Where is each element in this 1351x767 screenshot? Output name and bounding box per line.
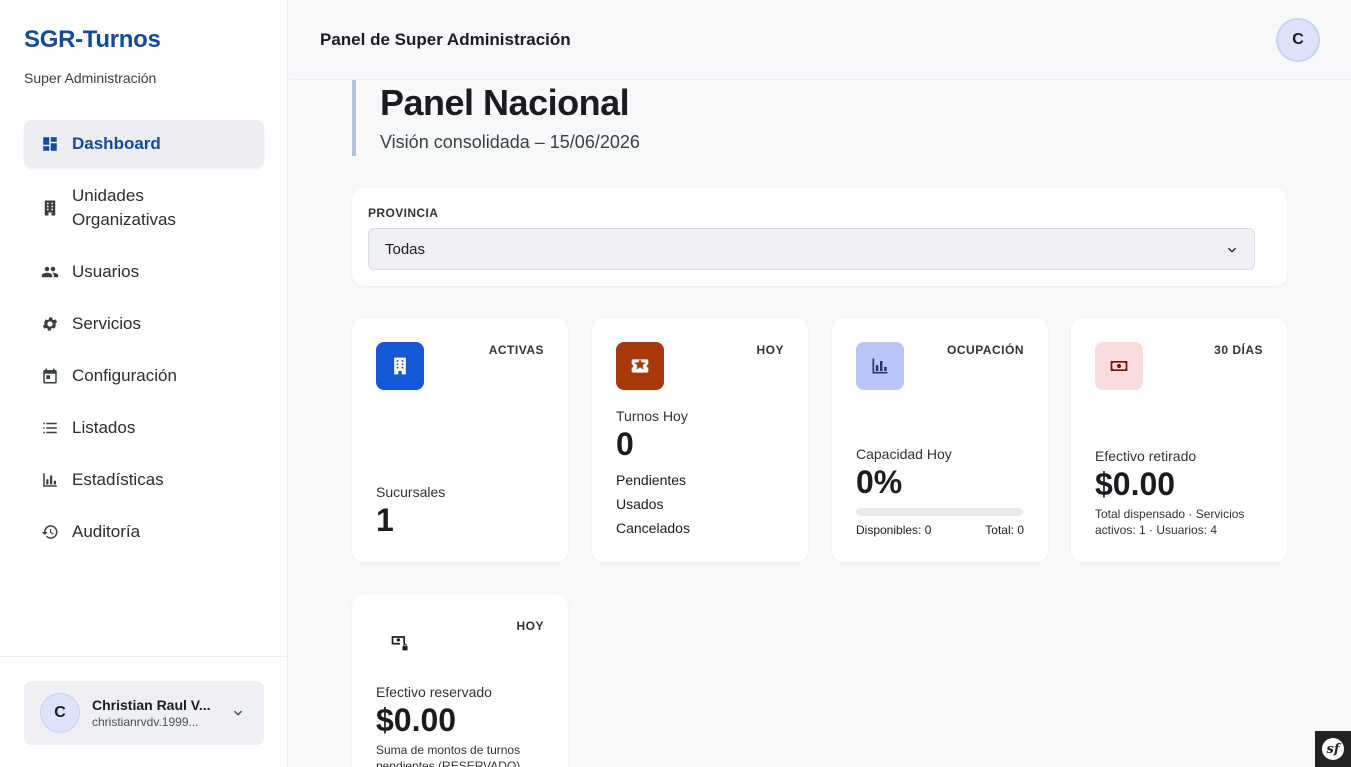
ticket-icon [616,342,664,390]
sidebar-footer: C Christian Raul V... christianrvdv.1999… [0,656,288,767]
card-note: Suma de montos de turnos pendientes (RES… [376,743,521,767]
sidebar-item-estadisticas[interactable]: Estadísticas [24,456,264,504]
sidebar-item-label: Configuración [72,366,177,385]
province-selected-value: Todas [385,240,426,258]
bar-chart-icon [40,470,60,490]
card-value: $0.00 [376,702,457,738]
card-value: 1 [376,502,394,538]
dashboard-icon [40,134,60,154]
calendar-icon [40,366,60,386]
card-label: Capacidad Hoy [856,446,952,462]
sidebar-item-label: Usuarios [72,262,140,281]
province-filter-card: PROVINCIA Todas [352,188,1287,286]
sidebar-item-usuarios[interactable]: Usuarios [24,248,264,296]
bar-chart-icon [856,342,904,390]
turnos-usados: Usados [616,496,664,512]
users-icon [40,262,60,282]
debug-toolbar-toggle[interactable]: sf [1315,731,1351,767]
user-info: Christian Raul V... christianrvdv.1999..… [92,697,216,729]
sidebar-item-label: Listados [72,418,136,437]
symfony-logo-icon: sf [1322,738,1344,760]
card-efectivo-retirado: 30 DÍAS Efectivo retirado $0.00 Total di… [1071,318,1287,562]
card-tag: HOY [516,619,544,633]
card-value: 0% [856,464,903,500]
sidebar-item-label: Auditoría [72,522,141,541]
card-value: $0.00 [1095,466,1176,502]
card-tag: HOY [756,343,784,357]
sidebar-item-label: Dashboard [72,134,161,153]
province-label: PROVINCIA [368,206,439,220]
sidebar-nav: Dashboard Unidades Organizativas Usuario… [24,120,264,560]
capacity-available: Disponibles: 0 [856,523,932,537]
card-sucursales: ACTIVAS Sucursales 1 [352,318,568,562]
top-header: Panel de Super Administración C [289,0,1351,80]
banknote-icon [1095,342,1143,390]
card-note: Total dispensado · Servicios activos: 1 … [1095,507,1245,537]
brand-subtitle: Super Administración [24,70,157,86]
province-select[interactable]: Todas [368,228,1255,270]
sidebar-item-configuracion[interactable]: Configuración [24,352,264,400]
capacity-progress-bar [856,508,1023,516]
chevron-down-icon[interactable] [230,705,246,721]
page-title: Panel Nacional [380,82,630,123]
sidebar-item-unidades[interactable]: Unidades Organizativas [24,172,264,244]
gear-icon [40,314,60,334]
building-icon [40,198,60,218]
brand-logo[interactable]: SGR-Turnos [24,26,161,54]
card-label: Efectivo retirado [1095,448,1197,464]
history-icon [40,522,60,542]
chevron-down-icon [1224,242,1240,258]
sidebar-item-label: Estadísticas [72,470,164,489]
card-tag: 30 DÍAS [1214,343,1263,357]
card-tag: OCUPACIÓN [947,343,1024,357]
card-label: Efectivo reservado [376,684,492,700]
page-subtitle: Visión consolidada – 15/06/2026 [380,132,640,152]
page-heading: Panel Nacional Visión consolidada – 15/0… [352,80,752,156]
card-efectivo-reservado: HOY Efectivo reservado $0.00 Suma de mon… [352,594,568,767]
locked-money-icon [376,618,424,666]
card-turnos: HOY Turnos Hoy 0 Pendientes Usados Cance… [592,318,808,562]
header-title: Panel de Super Administración [320,30,571,49]
sidebar-item-dashboard[interactable]: Dashboard [24,120,264,168]
turnos-cancelados: Cancelados [616,520,690,536]
avatar: C [40,693,80,733]
list-icon [40,418,60,438]
card-label: Turnos Hoy [616,408,688,424]
header-avatar[interactable]: C [1276,18,1320,62]
user-email: christianrvdv.1999... [92,715,199,729]
building-icon [376,342,424,390]
card-label: Sucursales [376,484,446,500]
capacity-total: Total: 0 [985,523,1024,537]
card-capacidad: OCUPACIÓN Capacidad Hoy 0% Disponibles: … [832,318,1048,562]
user-name: Christian Raul V... [92,697,211,713]
sidebar-item-label: Unidades Organizativas [72,186,176,229]
sidebar: SGR-Turnos Super Administración Dashboar… [0,0,288,767]
sidebar-item-servicios[interactable]: Servicios [24,300,264,348]
sidebar-item-listados[interactable]: Listados [24,404,264,452]
sidebar-item-label: Servicios [72,314,141,333]
sidebar-item-auditoria[interactable]: Auditoría [24,508,264,556]
turnos-pendientes: Pendientes [616,472,687,488]
user-menu[interactable]: C Christian Raul V... christianrvdv.1999… [24,681,264,745]
card-tag: ACTIVAS [488,343,544,357]
card-value: 0 [616,426,634,462]
